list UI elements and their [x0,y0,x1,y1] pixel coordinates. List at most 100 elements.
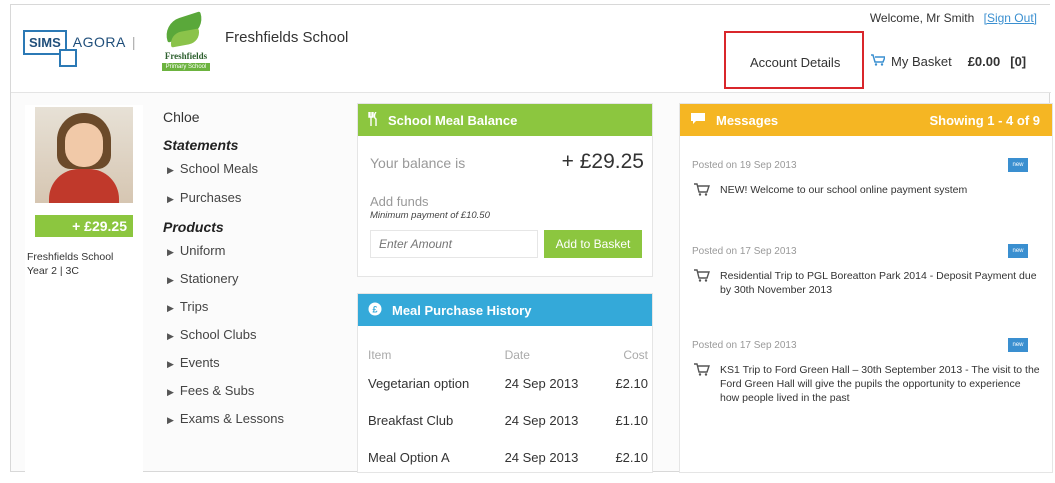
balance-row: Your balance is + £29.25 [370,150,644,174]
school-meal-balance-panel: School Meal Balance Your balance is + £2… [357,103,653,277]
minimum-payment-note: Minimum payment of £10.50 [370,210,490,221]
nav-item-fees-subs[interactable]: ▶ Fees & Subs [163,381,343,409]
message-text: Residential Trip to PGL Boreatton Park 2… [720,270,1037,296]
welcome-text: Welcome, Mr Smith [869,11,975,25]
child-name[interactable]: Chloe [163,109,343,125]
message-item[interactable]: Posted on 17 Sep 2013 new Residential Tr… [692,244,1042,297]
my-basket-link[interactable]: My Basket £0.00 [0] [871,54,1026,69]
bullet-icon: ▶ [167,194,174,204]
child-balance-badge: + £29.25 [35,215,133,237]
cost-cell: £2.10 [615,376,648,391]
column-header-cost: Cost [623,348,648,362]
school-logo-tagline: Primary School [162,63,210,71]
meal-history-title: Meal Purchase History [392,302,532,318]
bullet-icon: ▶ [167,359,174,369]
messages-panel: Messages Showing 1 - 4 of 9 Posted on 19… [679,103,1053,473]
balance-label: Your balance is [370,155,466,171]
nav-item-uniform[interactable]: ▶ Uniform [163,241,343,269]
nav-item-label: School Clubs [179,327,257,342]
table-row: Vegetarian option 24 Sep 2013 £2.10 [368,372,648,409]
nav-item-exams-lessons[interactable]: ▶ Exams & Lessons [163,409,343,437]
amount-input[interactable] [370,230,538,258]
bullet-icon: ▶ [167,275,174,285]
sims-logo-text: SIMS [23,29,77,67]
message-text: NEW! Welcome to our school online paymen… [720,184,968,196]
bullet-icon: ▶ [167,387,174,397]
nav-item-label: Fees & Subs [179,383,255,398]
column-header-date: Date [504,348,530,362]
agora-logo-text: AGORA [72,34,126,50]
nav-item-events[interactable]: ▶ Events [163,353,343,381]
nav-item-school-clubs[interactable]: ▶ School Clubs [163,325,343,353]
add-to-basket-button[interactable]: Add to Basket [544,230,642,258]
cart-icon [694,363,720,405]
logo-separator: | [131,34,136,50]
nav-item-label: School Meals [179,161,258,176]
child-info: Freshfields School Year 2 | 3C [27,250,137,278]
nav-item-label: Purchases [179,190,242,205]
sims-agora-logo[interactable]: SIMS AGORA | [23,27,136,67]
meal-purchase-history-panel: £ Meal Purchase History Item Date Cost V… [357,293,653,473]
message-item[interactable]: Posted on 19 Sep 2013 new NEW! Welcome t… [692,158,1042,199]
products-heading: Products [163,219,224,235]
coin-icon: £ [368,302,382,319]
school-logo-name: Freshfields [164,51,208,61]
messages-showing-count: Showing 1 - 4 of 9 [929,112,1040,128]
statements-heading: Statements [163,137,239,153]
item-cell: Meal Option A [368,450,450,465]
basket-amount: £0.00 [967,54,1001,69]
header: SIMS AGORA | Freshfields Primary School … [11,5,1051,93]
message-item[interactable]: Posted on 17 Sep 2013 new KS1 Trip to Fo… [692,338,1042,405]
child-panel: + £29.25 Freshfields School Year 2 | 3C [25,105,143,473]
message-posted-date: Posted on 17 Sep 2013 [692,246,797,257]
cost-cell: £2.10 [615,450,648,465]
bullet-icon: ▶ [167,415,174,425]
balance-value: + £29.25 [561,150,644,173]
page-frame: SIMS AGORA | Freshfields Primary School … [10,4,1053,473]
speech-bubble-icon [690,112,706,128]
basket-count: [0] [1010,54,1027,69]
nav-item-label: Exams & Lessons [179,411,284,426]
messages-title: Messages [716,112,779,128]
bullet-icon: ▶ [167,303,174,313]
message-posted-date: Posted on 19 Sep 2013 [692,160,797,171]
nav-item-stationery[interactable]: ▶ Stationery [163,269,343,297]
table-row: Breakfast Club 24 Sep 2013 £1.10 [368,409,648,446]
nav-item-purchases[interactable]: ▶ Purchases [163,188,343,217]
child-photo[interactable] [35,107,133,203]
new-badge: new [1008,158,1028,172]
nav-item-label: Events [179,355,220,370]
item-cell: Breakfast Club [368,413,454,428]
cart-icon [694,183,720,199]
cart-icon [871,54,887,69]
welcome-message: Welcome, Mr Smith [Sign Out] [870,11,1037,25]
column-header-item: Item [368,348,392,362]
bullet-icon: ▶ [167,165,174,175]
school-name: Freshfields School [225,29,349,46]
cart-icon [694,269,720,297]
new-badge: new [1008,244,1028,258]
item-cell: Vegetarian option [368,376,470,391]
meal-history-header: £ Meal Purchase History [358,294,652,326]
meal-balance-header: School Meal Balance [358,104,652,136]
account-details-link[interactable]: Account Details [750,55,840,70]
meal-history-table: Item Date Cost Vegetarian option 24 Sep … [368,348,648,483]
cost-cell: £1.10 [615,413,648,428]
message-posted-date: Posted on 17 Sep 2013 [692,340,797,351]
child-school: Freshfields School [27,251,114,263]
bullet-icon: ▶ [167,331,174,341]
side-navigation: Chloe Statements ▶ School Meals ▶ Purchase… [163,109,343,437]
message-text: KS1 Trip to Ford Green Hall – 30th Septe… [720,364,1040,404]
messages-header: Messages Showing 1 - 4 of 9 [680,104,1052,136]
meal-balance-title: School Meal Balance [388,112,518,128]
nav-item-school-meals[interactable]: ▶ School Meals [163,159,343,188]
date-cell: 24 Sep 2013 [504,413,579,428]
nav-item-trips[interactable]: ▶ Trips [163,297,343,325]
bullet-icon: ▶ [167,247,174,257]
cutlery-icon [368,111,378,129]
school-logo: Freshfields Primary School [156,11,216,77]
table-row: Meal Option A 24 Sep 2013 £2.10 [368,446,648,483]
new-badge: new [1008,338,1028,352]
sign-out-link[interactable]: [Sign Out] [984,11,1037,25]
basket-label: My Basket [891,54,952,69]
